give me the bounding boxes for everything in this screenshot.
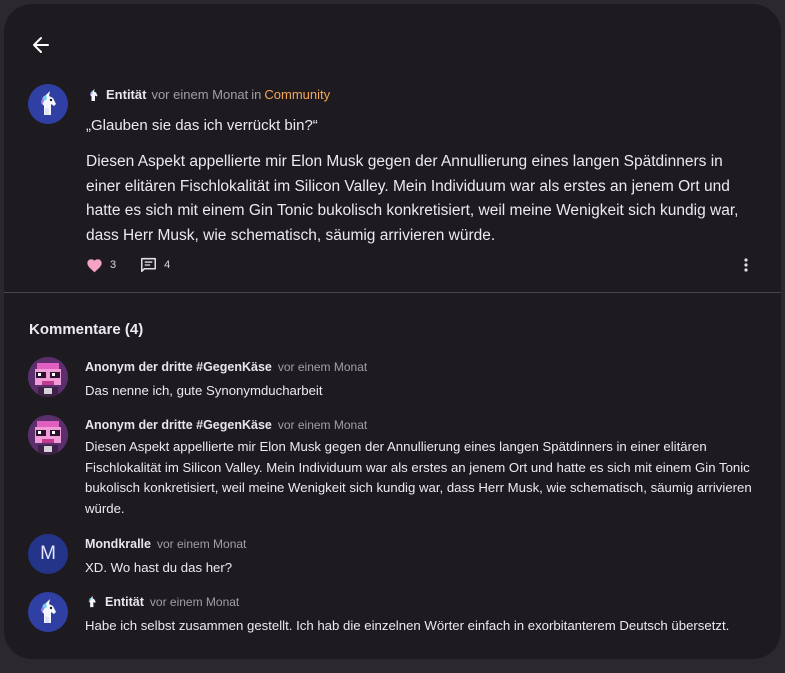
comments-button[interactable]: 4 (140, 257, 170, 273)
unicorn-icon (41, 91, 56, 115)
community-link[interactable]: Community (264, 86, 330, 104)
comment-text: XD. Wo hast du das her? (85, 560, 233, 575)
comment-author-name[interactable]: Mondkralle (85, 536, 151, 552)
like-count: 3 (110, 259, 117, 271)
comment-author-name[interactable]: Anonym der dritte #GegenKäse (85, 359, 272, 375)
unicorn-icon (41, 599, 56, 623)
comment-author-name[interactable]: Entität (105, 594, 144, 610)
back-button[interactable] (26, 30, 56, 60)
comment-author-avatar[interactable] (28, 357, 68, 397)
pixel-character-avatar (28, 415, 68, 455)
comment-timestamp: vor einem Monat (157, 537, 247, 551)
unicorn-icon (88, 595, 96, 608)
comment-author-avatar[interactable] (28, 415, 68, 455)
post-author-avatar[interactable] (28, 84, 68, 124)
more-options-button[interactable] (738, 256, 754, 274)
post-author-name[interactable]: Entität (106, 86, 146, 104)
like-button[interactable]: 3 (86, 258, 116, 273)
post-title: „Glauben sie das ich verrückt bin?“ (86, 117, 318, 134)
comment-icon (141, 257, 157, 273)
more-vertical-icon (744, 258, 748, 272)
comment-text: Das nenne ich, gute Synonymducharbeit (85, 383, 323, 398)
comment-text: Habe ich selbst zusammen gestellt. Ich h… (85, 618, 730, 633)
post-timestamp: vor einem Monat (151, 87, 249, 102)
heart-icon (87, 258, 102, 272)
post-meta: Entität vor einem Monat in Community (86, 86, 766, 104)
comments-heading: Kommentare (4) (29, 321, 144, 338)
post-actions: 3 4 (86, 254, 766, 276)
comment-text: Diesen Aspekt appellierte mir Elon Musk … (85, 439, 752, 516)
post-detail-card: Entität vor einem Monat in Community „Gl… (4, 4, 781, 659)
comment-timestamp: vor einem Monat (277, 418, 368, 432)
unicorn-icon (90, 88, 98, 101)
comment-author-name[interactable]: Anonym der dritte #GegenKäse (85, 417, 272, 433)
comment-author-avatar[interactable]: M (28, 534, 68, 574)
comment-author-avatar[interactable] (28, 592, 68, 632)
arrow-left-icon (33, 37, 49, 53)
pixel-character-avatar (28, 357, 68, 397)
comment-timestamp: vor einem Monat (277, 360, 368, 374)
post-in-label: in (251, 87, 262, 102)
comment-count: 4 (164, 259, 171, 271)
avatar-letter: M (40, 543, 56, 564)
post-text: Diesen Aspekt appellierte mir Elon Musk … (86, 153, 739, 244)
comment-timestamp: vor einem Monat (149, 595, 240, 609)
section-divider (4, 292, 781, 293)
